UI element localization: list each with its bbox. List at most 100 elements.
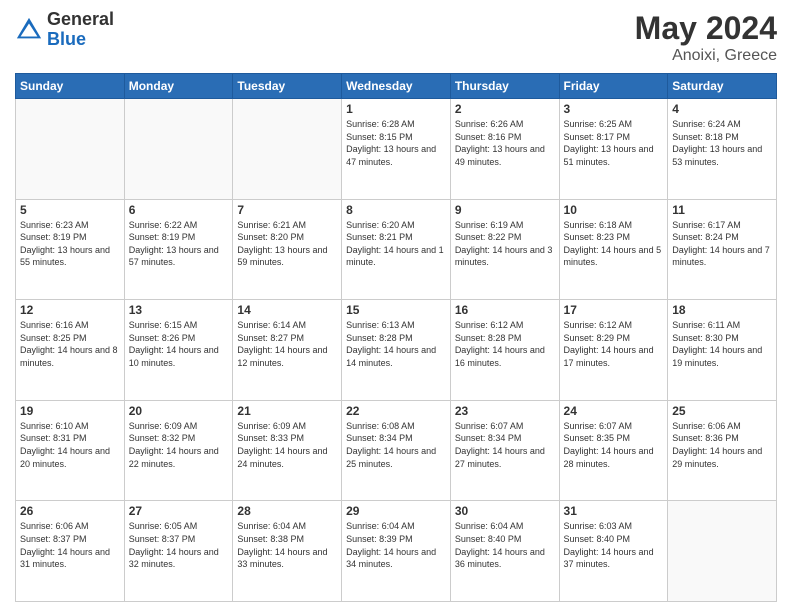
day-number: 21 xyxy=(237,404,337,418)
table-row xyxy=(124,99,233,200)
day-info: Sunrise: 6:16 AM Sunset: 8:25 PM Dayligh… xyxy=(20,319,120,369)
col-saturday: Saturday xyxy=(668,74,777,99)
day-number: 30 xyxy=(455,504,555,518)
day-info: Sunrise: 6:26 AM Sunset: 8:16 PM Dayligh… xyxy=(455,118,555,168)
day-info: Sunrise: 6:05 AM Sunset: 8:37 PM Dayligh… xyxy=(129,520,229,570)
table-row: 29 Sunrise: 6:04 AM Sunset: 8:39 PM Dayli… xyxy=(342,501,451,602)
day-number: 26 xyxy=(20,504,120,518)
title-block: May 2024 Anoixi, Greece xyxy=(635,10,777,65)
day-number: 7 xyxy=(237,203,337,217)
col-tuesday: Tuesday xyxy=(233,74,342,99)
table-row: 8Sunrise: 6:20 AM Sunset: 8:21 PM Daylig… xyxy=(342,199,451,300)
day-number: 10 xyxy=(564,203,664,217)
table-row xyxy=(668,501,777,602)
table-row xyxy=(233,99,342,200)
table-row: 26 Sunrise: 6:06 AM Sunset: 8:37 PM Dayli… xyxy=(16,501,125,602)
title-location: Anoixi, Greece xyxy=(635,47,777,65)
day-info: Sunrise: 6:10 AM Sunset: 8:31 PM Dayligh… xyxy=(20,420,120,470)
table-row: 16 Sunrise: 6:12 AM Sunset: 8:28 PM Dayli… xyxy=(450,300,559,401)
day-number: 2 xyxy=(455,102,555,116)
col-sunday: Sunday xyxy=(16,74,125,99)
logo-icon xyxy=(15,16,43,44)
table-row: 24Sunrise: 6:07 AM Sunset: 8:35 PM Dayli… xyxy=(559,400,668,501)
calendar-week-row: 1 Sunrise: 6:28 AM Sunset: 8:15 PM Daylig… xyxy=(16,99,777,200)
table-row: 10 Sunrise: 6:18 AM Sunset: 8:23 PM Dayli… xyxy=(559,199,668,300)
day-number: 16 xyxy=(455,303,555,317)
day-number: 27 xyxy=(129,504,229,518)
day-info: Sunrise: 6:04 AM Sunset: 8:38 PM Dayligh… xyxy=(237,520,337,570)
table-row: 4Sunrise: 6:24 AM Sunset: 8:18 PM Daylig… xyxy=(668,99,777,200)
day-info: Sunrise: 6:06 AM Sunset: 8:37 PM Dayligh… xyxy=(20,520,120,570)
day-info: Sunrise: 6:15 AM Sunset: 8:26 PM Dayligh… xyxy=(129,319,229,369)
day-info: Sunrise: 6:21 AM Sunset: 8:20 PM Dayligh… xyxy=(237,219,337,269)
day-number: 1 xyxy=(346,102,446,116)
table-row: 14Sunrise: 6:14 AM Sunset: 8:27 PM Dayli… xyxy=(233,300,342,401)
day-number: 15 xyxy=(346,303,446,317)
calendar: Sunday Monday Tuesday Wednesday Thursday… xyxy=(15,73,777,602)
table-row: 31Sunrise: 6:03 AM Sunset: 8:40 PM Dayli… xyxy=(559,501,668,602)
col-monday: Monday xyxy=(124,74,233,99)
logo-text: General Blue xyxy=(47,10,114,50)
day-number: 17 xyxy=(564,303,664,317)
table-row: 17 Sunrise: 6:12 AM Sunset: 8:29 PM Dayli… xyxy=(559,300,668,401)
day-info: Sunrise: 6:04 AM Sunset: 8:40 PM Dayligh… xyxy=(455,520,555,570)
day-info: Sunrise: 6:23 AM Sunset: 8:19 PM Dayligh… xyxy=(20,219,120,269)
logo-general-text: General xyxy=(47,10,114,30)
day-info: Sunrise: 6:11 AM Sunset: 8:30 PM Dayligh… xyxy=(672,319,772,369)
day-info: Sunrise: 6:24 AM Sunset: 8:18 PM Dayligh… xyxy=(672,118,772,168)
day-info: Sunrise: 6:14 AM Sunset: 8:27 PM Dayligh… xyxy=(237,319,337,369)
day-info: Sunrise: 6:09 AM Sunset: 8:32 PM Dayligh… xyxy=(129,420,229,470)
calendar-week-row: 19 Sunrise: 6:10 AM Sunset: 8:31 PM Dayli… xyxy=(16,400,777,501)
table-row: 23Sunrise: 6:07 AM Sunset: 8:34 PM Dayli… xyxy=(450,400,559,501)
day-info: Sunrise: 6:07 AM Sunset: 8:35 PM Dayligh… xyxy=(564,420,664,470)
day-info: Sunrise: 6:12 AM Sunset: 8:28 PM Dayligh… xyxy=(455,319,555,369)
day-info: Sunrise: 6:28 AM Sunset: 8:15 PM Dayligh… xyxy=(346,118,446,168)
day-number: 23 xyxy=(455,404,555,418)
day-number: 28 xyxy=(237,504,337,518)
day-number: 29 xyxy=(346,504,446,518)
calendar-week-row: 12 Sunrise: 6:16 AM Sunset: 8:25 PM Dayli… xyxy=(16,300,777,401)
day-info: Sunrise: 6:19 AM Sunset: 8:22 PM Dayligh… xyxy=(455,219,555,269)
table-row: 18 Sunrise: 6:11 AM Sunset: 8:30 PM Dayli… xyxy=(668,300,777,401)
day-number: 12 xyxy=(20,303,120,317)
logo-blue-text: Blue xyxy=(47,30,114,50)
day-info: Sunrise: 6:17 AM Sunset: 8:24 PM Dayligh… xyxy=(672,219,772,269)
calendar-week-row: 5 Sunrise: 6:23 AM Sunset: 8:19 PM Daylig… xyxy=(16,199,777,300)
table-row: 22 Sunrise: 6:08 AM Sunset: 8:34 PM Dayli… xyxy=(342,400,451,501)
day-number: 22 xyxy=(346,404,446,418)
table-row: 5 Sunrise: 6:23 AM Sunset: 8:19 PM Daylig… xyxy=(16,199,125,300)
day-info: Sunrise: 6:04 AM Sunset: 8:39 PM Dayligh… xyxy=(346,520,446,570)
table-row: 6 Sunrise: 6:22 AM Sunset: 8:19 PM Daylig… xyxy=(124,199,233,300)
day-number: 8 xyxy=(346,203,446,217)
day-number: 9 xyxy=(455,203,555,217)
table-row: 1 Sunrise: 6:28 AM Sunset: 8:15 PM Daylig… xyxy=(342,99,451,200)
day-info: Sunrise: 6:09 AM Sunset: 8:33 PM Dayligh… xyxy=(237,420,337,470)
table-row xyxy=(16,99,125,200)
day-number: 19 xyxy=(20,404,120,418)
day-info: Sunrise: 6:22 AM Sunset: 8:19 PM Dayligh… xyxy=(129,219,229,269)
table-row: 15 Sunrise: 6:13 AM Sunset: 8:28 PM Dayli… xyxy=(342,300,451,401)
day-number: 25 xyxy=(672,404,772,418)
day-info: Sunrise: 6:13 AM Sunset: 8:28 PM Dayligh… xyxy=(346,319,446,369)
day-number: 5 xyxy=(20,203,120,217)
day-number: 6 xyxy=(129,203,229,217)
table-row: 28 Sunrise: 6:04 AM Sunset: 8:38 PM Dayli… xyxy=(233,501,342,602)
day-info: Sunrise: 6:25 AM Sunset: 8:17 PM Dayligh… xyxy=(564,118,664,168)
header: General Blue May 2024 Anoixi, Greece xyxy=(15,10,777,65)
logo: General Blue xyxy=(15,10,114,50)
day-info: Sunrise: 6:18 AM Sunset: 8:23 PM Dayligh… xyxy=(564,219,664,269)
table-row: 11Sunrise: 6:17 AM Sunset: 8:24 PM Dayli… xyxy=(668,199,777,300)
col-wednesday: Wednesday xyxy=(342,74,451,99)
day-info: Sunrise: 6:06 AM Sunset: 8:36 PM Dayligh… xyxy=(672,420,772,470)
day-number: 18 xyxy=(672,303,772,317)
day-info: Sunrise: 6:12 AM Sunset: 8:29 PM Dayligh… xyxy=(564,319,664,369)
day-number: 3 xyxy=(564,102,664,116)
day-info: Sunrise: 6:08 AM Sunset: 8:34 PM Dayligh… xyxy=(346,420,446,470)
title-month: May 2024 xyxy=(635,10,777,47)
calendar-week-row: 26 Sunrise: 6:06 AM Sunset: 8:37 PM Dayli… xyxy=(16,501,777,602)
calendar-header-row: Sunday Monday Tuesday Wednesday Thursday… xyxy=(16,74,777,99)
table-row: 25 Sunrise: 6:06 AM Sunset: 8:36 PM Dayli… xyxy=(668,400,777,501)
table-row: 20Sunrise: 6:09 AM Sunset: 8:32 PM Dayli… xyxy=(124,400,233,501)
page: General Blue May 2024 Anoixi, Greece Sun… xyxy=(0,0,792,612)
table-row: 13Sunrise: 6:15 AM Sunset: 8:26 PM Dayli… xyxy=(124,300,233,401)
